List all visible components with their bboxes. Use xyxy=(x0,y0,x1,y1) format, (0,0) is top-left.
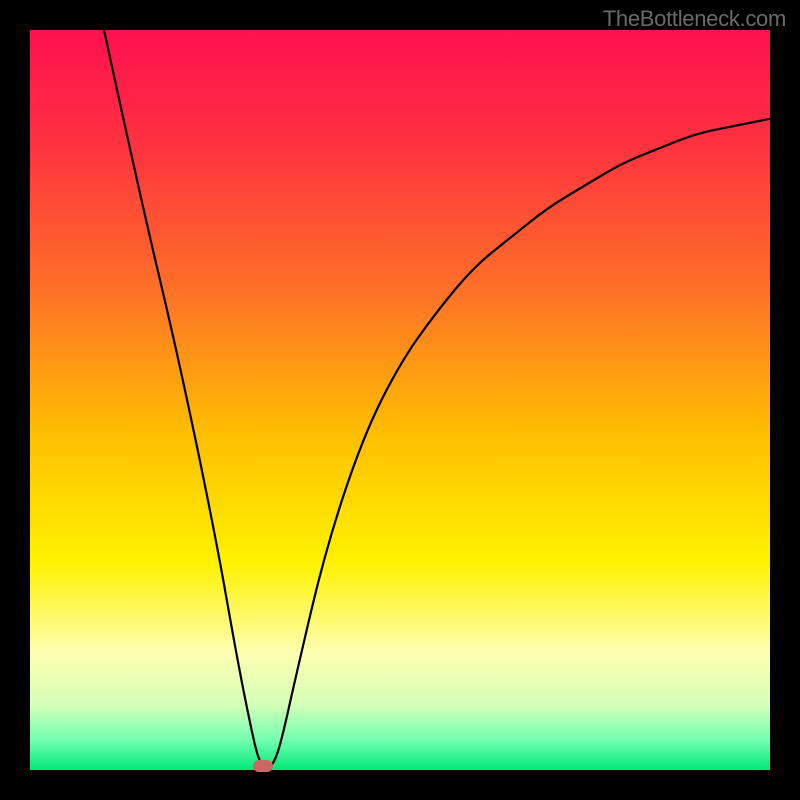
watermark-text: TheBottleneck.com xyxy=(603,6,786,32)
bottleneck-curve xyxy=(30,30,770,770)
optimal-point-marker xyxy=(253,760,273,772)
chart-area xyxy=(30,30,770,770)
